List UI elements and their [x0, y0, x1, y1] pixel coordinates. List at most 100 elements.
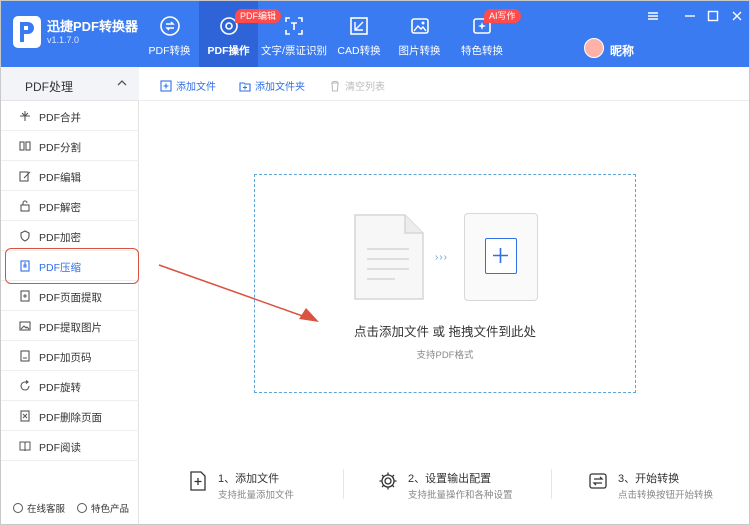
sidebar-item-label: PDF加页码 [39, 352, 92, 364]
sidebar-item-encrypt[interactable]: PDF加密 [1, 221, 139, 251]
sidebar-item-merge[interactable]: PDF合并 [1, 101, 139, 131]
merge-icon [20, 111, 30, 121]
app-version: v1.1.7.0 [47, 35, 80, 45]
tab-label: 图片转换 [398, 45, 441, 57]
sidebar-item-edit[interactable]: PDF编辑 [1, 161, 139, 191]
refresh-icon [589, 473, 607, 489]
clear-list-label: 清空列表 [345, 82, 385, 93]
sidebar-item-extract-images[interactable]: PDF提取图片 [1, 311, 139, 341]
delete-page-icon [20, 410, 30, 422]
cad-icon [350, 17, 368, 35]
ai-writing-badge[interactable]: AI写作 [484, 9, 521, 23]
step-desc: 支持批量操作和各种设置 [408, 490, 513, 501]
sidebar-item-label: PDF旋转 [39, 382, 81, 394]
user-name[interactable]: 昵称 [610, 42, 634, 59]
online-service-label: 在线客服 [27, 504, 66, 515]
document-icon [354, 214, 424, 300]
divider [551, 469, 552, 499]
convert-icon [159, 16, 180, 36]
app-name: 迅捷PDF转换器 [47, 19, 139, 34]
avatar[interactable] [584, 38, 604, 58]
add-inner [485, 238, 517, 274]
step-title: 1、添加文件 [218, 473, 280, 485]
divider [343, 469, 344, 499]
sidebar-item-label: PDF编辑 [39, 172, 81, 184]
add-folder-button[interactable]: 添加文件夹 [239, 78, 305, 93]
featured-products-label: 特色产品 [91, 504, 130, 515]
clear-list-button[interactable]: 清空列表 [329, 78, 385, 93]
tab-label: 文字/票证识别 [261, 45, 327, 57]
logo-icon [20, 22, 34, 42]
sidebar: PDF处理 PDF合并 PDF分割 PDF编辑 PDF解密 PDF加密 PDF压… [1, 67, 139, 524]
book-icon [19, 441, 31, 452]
step-desc: 支持批量添加文件 [218, 490, 295, 501]
add-folder-label: 添加文件夹 [255, 82, 305, 93]
sidebar-item-label: PDF删除页面 [39, 412, 102, 424]
close-icon[interactable] [730, 9, 744, 23]
sidebar-footer: 在线客服 特色产品 [1, 487, 139, 524]
page-number-icon [20, 350, 30, 362]
tab-label: CAD转换 [337, 45, 381, 57]
app-logo [13, 16, 41, 48]
sidebar-item-label: PDF阅读 [39, 442, 81, 454]
edit-icon [19, 171, 31, 182]
headset-icon [13, 503, 23, 513]
sidebar-title: PDF处理 [25, 80, 74, 94]
tab-cad-convert[interactable]: CAD转换 [330, 1, 388, 67]
image-icon [410, 18, 429, 34]
tab-label: PDF操作 [207, 45, 250, 57]
unlock-icon [20, 200, 30, 212]
scan-icon [285, 17, 303, 35]
chevron-up-icon [117, 80, 127, 86]
tab-label: PDF转换 [148, 45, 191, 57]
online-service-button[interactable]: 在线客服 [13, 501, 65, 515]
sidebar-item-label: PDF页面提取 [39, 292, 102, 304]
sidebar-item-label: PDF分割 [39, 142, 81, 154]
menu-icon[interactable] [646, 9, 660, 23]
sidebar-item-label: PDF提取图片 [39, 322, 102, 334]
sidebar-header[interactable]: PDF处理 [1, 67, 139, 101]
sidebar-item-label: PDF合并 [39, 112, 81, 124]
step-title: 2、设置输出配置 [408, 473, 492, 485]
add-folder-icon [239, 82, 251, 92]
page-extract-icon [20, 290, 30, 302]
add-card [464, 213, 538, 301]
tab-ocr[interactable]: 文字/票证识别 [258, 1, 330, 67]
tab-label: 特色转换 [461, 45, 503, 57]
step-title: 3、开始转换 [618, 473, 680, 485]
toolbar: 添加文件 添加文件夹 清空列表 [140, 67, 749, 101]
arrows: ››› [435, 252, 448, 263]
step-desc: 点击转换按钮开始转换 [618, 490, 714, 501]
split-icon [19, 141, 31, 151]
tab-pdf-convert[interactable]: PDF转换 [140, 1, 199, 67]
sidebar-item-page-number[interactable]: PDF加页码 [1, 341, 139, 371]
sidebar-item-decrypt[interactable]: PDF解密 [1, 191, 139, 221]
sidebar-item-label: PDF解密 [39, 202, 81, 214]
add-file-label: 添加文件 [176, 82, 216, 93]
sidebar-item-read[interactable]: PDF阅读 [1, 431, 139, 461]
maximize-icon[interactable] [706, 9, 720, 23]
plus-icon [493, 248, 508, 263]
rotate-icon [20, 380, 30, 391]
minimize-icon[interactable] [683, 9, 697, 23]
top-bar: 迅捷PDF转换器 v1.1.7.0 PDF转换 PDF操作 PDF编辑 文字/票… [1, 1, 749, 67]
dropzone-sub-text: 支持PDF格式 [416, 350, 474, 361]
grid-icon [77, 503, 87, 513]
image-icon [19, 321, 31, 331]
annotation-highlight-box [5, 248, 139, 284]
sidebar-item-rotate[interactable]: PDF旋转 [1, 371, 139, 401]
trash-icon [331, 80, 339, 92]
sidebar-item-delete-pages[interactable]: PDF删除页面 [1, 401, 139, 431]
sidebar-item-label: PDF加密 [39, 232, 81, 244]
shield-icon [20, 230, 30, 242]
add-file-icon [160, 80, 172, 92]
app-window: 迅捷PDF转换器 v1.1.7.0 PDF转换 PDF操作 PDF编辑 文字/票… [0, 0, 750, 525]
sidebar-item-page-extract[interactable]: PDF页面提取 [1, 281, 139, 311]
annotation-arrow-icon [158, 264, 319, 322]
gear-icon [379, 472, 397, 490]
featured-products-button[interactable]: 特色产品 [77, 501, 129, 515]
tab-image-convert[interactable]: 图片转换 [388, 1, 451, 67]
add-file-button[interactable]: 添加文件 [160, 78, 216, 93]
sidebar-item-split[interactable]: PDF分割 [1, 131, 139, 161]
add-file-icon [190, 471, 206, 491]
